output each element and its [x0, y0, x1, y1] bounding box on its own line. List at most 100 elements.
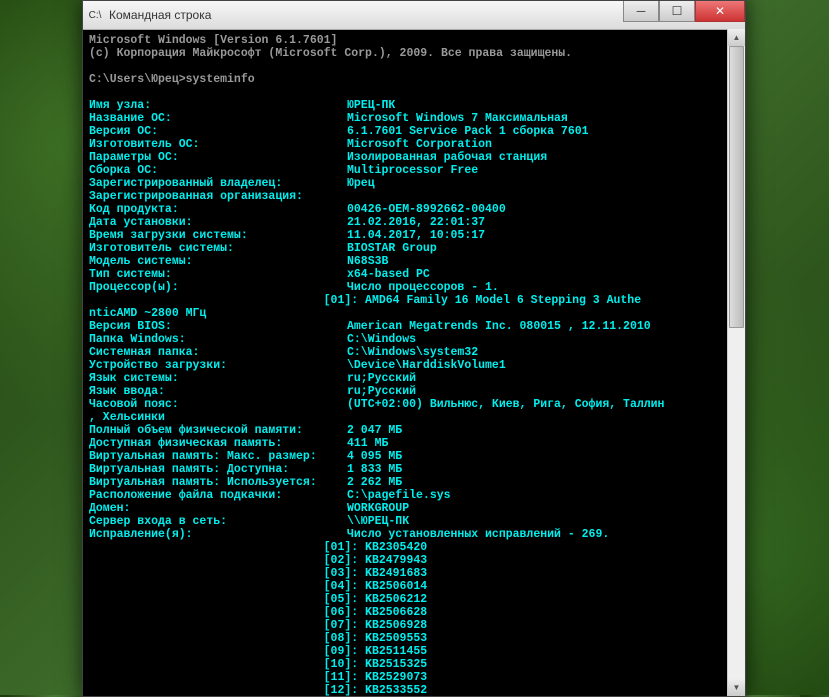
info-value: Microsoft Windows 7 Максимальная [347, 112, 568, 125]
info-key: Зарегистрированный владелец: [89, 177, 347, 190]
cmd-window: C:\ Командная строка ─ ☐ ✕ Microsoft Win… [82, 0, 746, 697]
maximize-button[interactable]: ☐ [659, 1, 695, 22]
info-value: 1 833 МБ [347, 463, 402, 476]
info-key: Процессор(ы): [89, 281, 347, 294]
info-key: Версия ОС: [89, 125, 347, 138]
info-key: Версия BIOS: [89, 320, 347, 333]
info-value: Число процессоров - 1. [347, 281, 499, 294]
info-key: Код продукта: [89, 203, 347, 216]
info-key: Дата установки: [89, 216, 347, 229]
info-row: Виртуальная память: Доступна:1 833 МБ [89, 463, 739, 476]
info-value: ru;Русский [347, 372, 416, 385]
info-value: Число установленных исправлений - 269. [347, 528, 609, 541]
info-row: Полный объем физической памяти:2 047 МБ [89, 424, 739, 437]
info-value: 00426-OEM-8992662-00400 [347, 203, 506, 216]
info-key: Параметры ОС: [89, 151, 347, 164]
console-output[interactable]: Microsoft Windows [Version 6.1.7601] (c)… [83, 30, 745, 696]
info-row: Зарегистрированная организация: [89, 190, 739, 203]
info-row: Время загрузки системы:11.04.2017, 10:05… [89, 229, 739, 242]
info-row: Зарегистрированный владелец:Юрец [89, 177, 739, 190]
scroll-up-arrow[interactable]: ▲ [728, 29, 745, 46]
info-row: Исправление(я):Число установленных испра… [89, 528, 739, 541]
info-key: Сервер входа в сеть: [89, 515, 347, 528]
info-row: Язык системы:ru;Русский [89, 372, 739, 385]
info-value: 411 МБ [347, 437, 388, 450]
hotfix-line: [01]: KB2305420 [89, 541, 739, 554]
info-value: 6.1.7601 Service Pack 1 сборка 7601 [347, 125, 589, 138]
info-value: 21.02.2016, 22:01:37 [347, 216, 485, 229]
info-value: x64-based PC [347, 268, 430, 281]
vertical-scrollbar[interactable]: ▲ ▼ [727, 29, 745, 696]
hotfix-line: [06]: KB2506628 [89, 606, 739, 619]
titlebar[interactable]: C:\ Командная строка ─ ☐ ✕ [83, 1, 745, 30]
info-value: \Device\HarddiskVolume1 [347, 359, 506, 372]
timezone-wrap: , Хельсинки [89, 411, 739, 424]
copyright-line: (c) Корпорация Майкрософт (Microsoft Cor… [89, 47, 739, 60]
info-key: Устройство загрузки: [89, 359, 347, 372]
close-button[interactable]: ✕ [695, 1, 745, 22]
info-row: Устройство загрузки:\Device\HarddiskVolu… [89, 359, 739, 372]
processor-wrap: nticAMD ~2800 МГц [89, 307, 739, 320]
info-value: American Megatrends Inc. 080015 , 12.11.… [347, 320, 651, 333]
window-controls: ─ ☐ ✕ [623, 1, 745, 22]
info-value: N68S3B [347, 255, 388, 268]
info-key: Модель системы: [89, 255, 347, 268]
info-value: Multiprocessor Free [347, 164, 478, 177]
hotfix-line: [03]: KB2491683 [89, 567, 739, 580]
info-value: Изолированная рабочая станция [347, 151, 547, 164]
info-key: Системная папка: [89, 346, 347, 359]
info-row: Сервер входа в сеть:\\ЮРЕЦ-ПК [89, 515, 739, 528]
info-value: C:\Windows\system32 [347, 346, 478, 359]
info-key: Сборка ОС: [89, 164, 347, 177]
info-value: WORKGROUP [347, 502, 409, 515]
info-key: Тип системы: [89, 268, 347, 281]
info-value: \\ЮРЕЦ-ПК [347, 515, 409, 528]
info-row: Код продукта:00426-OEM-8992662-00400 [89, 203, 739, 216]
info-value: C:\Windows [347, 333, 416, 346]
info-key: Язык системы: [89, 372, 347, 385]
scroll-down-arrow[interactable]: ▼ [728, 679, 745, 696]
info-value: 11.04.2017, 10:05:17 [347, 229, 485, 242]
info-value: Microsoft Corporation [347, 138, 492, 151]
info-key: Зарегистрированная организация: [89, 190, 347, 203]
info-row: Имя узла:ЮРЕЦ-ПК [89, 99, 739, 112]
info-key: Папка Windows: [89, 333, 347, 346]
info-row: Тип системы:x64-based PC [89, 268, 739, 281]
info-row: Домен:WORKGROUP [89, 502, 739, 515]
minimize-button[interactable]: ─ [623, 1, 659, 22]
info-key: Расположение файла подкачки: [89, 489, 347, 502]
info-key: Виртуальная память: Доступна: [89, 463, 347, 476]
hotfix-line: [11]: KB2529073 [89, 671, 739, 684]
info-key: Язык ввода: [89, 385, 347, 398]
info-row: Часовой пояс:(UTC+02:00) Вильнюс, Киев, … [89, 398, 739, 411]
info-key: Изготовитель ОС: [89, 138, 347, 151]
info-key: Время загрузки системы: [89, 229, 347, 242]
info-row: Дата установки:21.02.2016, 22:01:37 [89, 216, 739, 229]
info-value: ru;Русский [347, 385, 416, 398]
info-value: C:\pagefile.sys [347, 489, 451, 502]
info-row: Язык ввода:ru;Русский [89, 385, 739, 398]
info-row: Системная папка:C:\Windows\system32 [89, 346, 739, 359]
info-value: (UTC+02:00) Вильнюс, Киев, Рига, София, … [347, 398, 664, 411]
header-line: Microsoft Windows [Version 6.1.7601] [89, 34, 739, 47]
info-row: Папка Windows:C:\Windows [89, 333, 739, 346]
info-row: Модель системы:N68S3B [89, 255, 739, 268]
info-key: Виртуальная память: Макс. размер: [89, 450, 347, 463]
info-row: Версия ОС:6.1.7601 Service Pack 1 сборка… [89, 125, 739, 138]
hotfix-line: [05]: KB2506212 [89, 593, 739, 606]
info-key: Изготовитель системы: [89, 242, 347, 255]
prompt-line: C:\Users\Юрец>systeminfo [89, 73, 739, 86]
hotfix-line: [07]: KB2506928 [89, 619, 739, 632]
info-key: Полный объем физической памяти: [89, 424, 347, 437]
scroll-thumb[interactable] [729, 46, 744, 328]
info-key: Название ОС: [89, 112, 347, 125]
info-key: Часовой пояс: [89, 398, 347, 411]
info-row: Изготовитель ОС:Microsoft Corporation [89, 138, 739, 151]
info-key: Имя узла: [89, 99, 347, 112]
info-row: Виртуальная память: Макс. размер:4 095 М… [89, 450, 739, 463]
info-key: Доступная физическая память: [89, 437, 347, 450]
info-row: Расположение файла подкачки:C:\pagefile.… [89, 489, 739, 502]
info-value: ЮРЕЦ-ПК [347, 99, 395, 112]
info-row: Параметры ОС:Изолированная рабочая станц… [89, 151, 739, 164]
cmd-icon: C:\ [87, 7, 103, 23]
